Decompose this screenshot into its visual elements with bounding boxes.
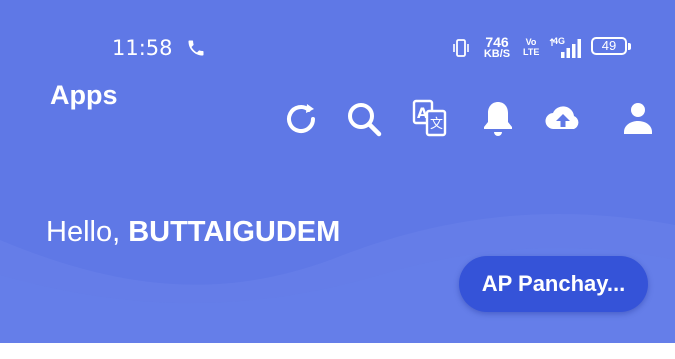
phone-call-icon: [188, 40, 204, 56]
greeting: Hello, BUTTAIGUDEM: [46, 216, 340, 249]
status-bar: 11:58 746 KB/S Vo LTE 4G 49: [0, 0, 675, 70]
app-screen: 11:58 746 KB/S Vo LTE 4G 49 Apps A 文 Hel…: [0, 0, 675, 343]
translate-icon[interactable]: A 文: [410, 98, 450, 140]
network-speed: 746 KB/S: [480, 35, 514, 60]
app-toolbar: A 文: [0, 98, 675, 146]
signal-strength-icon: 4G: [549, 36, 585, 60]
network-speed-value: 746: [485, 34, 509, 50]
battery-tip: [628, 43, 631, 50]
battery-icon: 49: [591, 36, 635, 58]
volte-top-label: Vo: [525, 37, 537, 47]
panchayat-selector-button[interactable]: AP Panchay...: [459, 256, 648, 312]
svg-text:文: 文: [430, 117, 443, 132]
cloud-upload-icon[interactable]: [543, 98, 583, 140]
battery-level: 49: [591, 37, 627, 55]
vibrate-icon: [453, 39, 469, 57]
greeting-prefix: Hello,: [46, 216, 129, 248]
network-speed-unit: KB/S: [483, 48, 511, 60]
volte-bottom-label: LTE: [523, 47, 540, 57]
volte-indicator: Vo LTE: [523, 37, 539, 57]
greeting-name: BUTTAIGUDEM: [128, 216, 341, 248]
profile-icon[interactable]: [618, 98, 658, 140]
status-time: 11:58: [112, 36, 173, 60]
refresh-icon[interactable]: [281, 98, 321, 140]
notification-bell-icon[interactable]: [478, 98, 518, 140]
search-icon[interactable]: [344, 98, 384, 140]
